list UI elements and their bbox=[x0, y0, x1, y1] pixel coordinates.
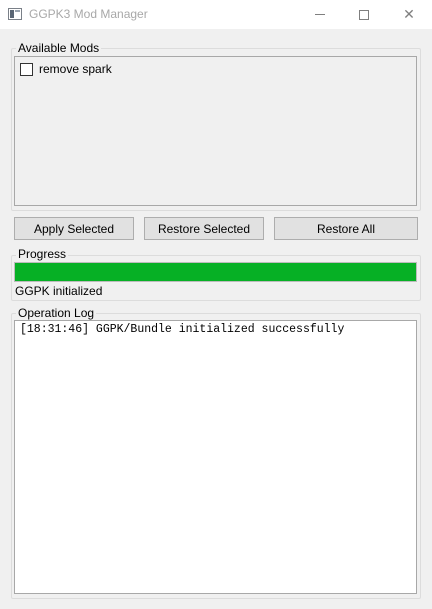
maximize-icon bbox=[359, 9, 369, 20]
title-bar[interactable]: GGPK3 Mod Manager ✕ bbox=[0, 0, 432, 29]
progress-bar bbox=[14, 262, 417, 282]
operation-log-textbox[interactable]: [18:31:46] GGPK/Bundle initialized succe… bbox=[14, 320, 417, 594]
mod-list-item[interactable]: remove spark bbox=[20, 62, 112, 76]
close-button[interactable]: ✕ bbox=[386, 0, 432, 29]
progress-fill bbox=[15, 263, 416, 281]
window-app-icon[interactable] bbox=[8, 8, 22, 20]
available-mods-label: Available Mods bbox=[16, 41, 102, 55]
mod-item-label: remove spark bbox=[39, 62, 112, 76]
progress-label: Progress bbox=[16, 247, 69, 261]
apply-selected-button[interactable]: Apply Selected bbox=[14, 217, 134, 240]
mod-checkbox[interactable] bbox=[20, 62, 33, 76]
window-title: GGPK3 Mod Manager bbox=[29, 7, 148, 21]
close-icon: ✕ bbox=[403, 6, 415, 22]
log-line: [18:31:46] GGPK/Bundle initialized succe… bbox=[20, 323, 345, 336]
operation-log-label: Operation Log bbox=[16, 306, 97, 320]
progress-status: GGPK initialized bbox=[15, 284, 103, 298]
minimize-button[interactable] bbox=[297, 0, 343, 29]
minimize-icon bbox=[315, 14, 325, 15]
maximize-button[interactable] bbox=[341, 0, 387, 29]
restore-selected-button[interactable]: Restore Selected bbox=[144, 217, 264, 240]
restore-all-button[interactable]: Restore All bbox=[274, 217, 418, 240]
mods-list[interactable]: remove spark bbox=[14, 56, 417, 206]
